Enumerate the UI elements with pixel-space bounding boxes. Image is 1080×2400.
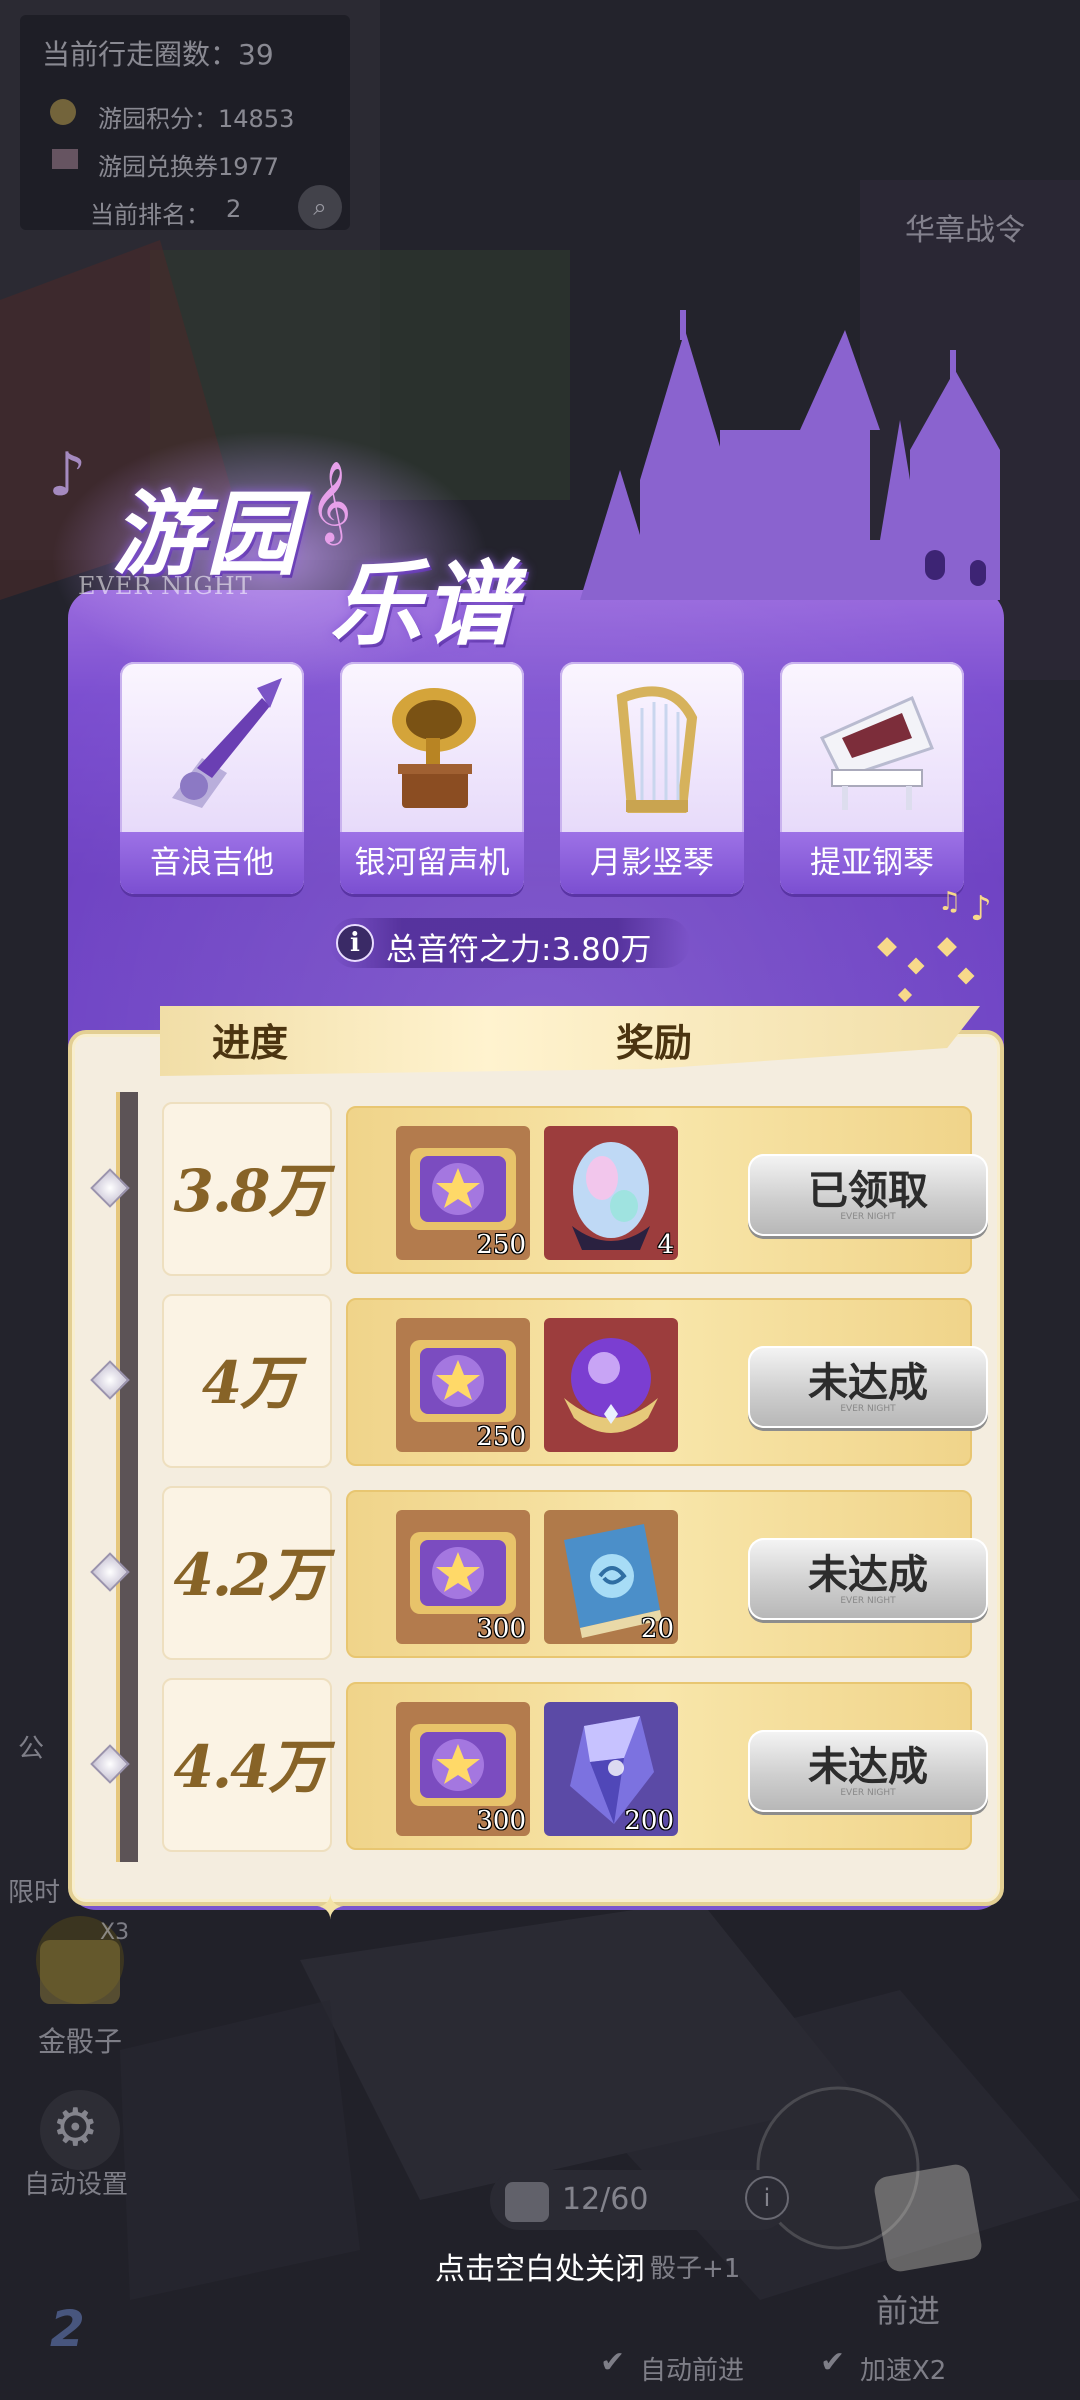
info-icon[interactable]: i: [336, 924, 374, 962]
instrument-label: 银河留声机: [340, 832, 524, 894]
threshold-value: 4.2万: [173, 1541, 327, 1609]
title-line-2: 乐谱: [330, 550, 519, 658]
reward-count: 300: [476, 1806, 526, 1836]
progress-header: 进度: [212, 1020, 289, 1065]
speed-toggle[interactable]: 加速X2: [860, 2350, 946, 2387]
threshold-value: 3.8万: [173, 1157, 327, 1225]
threshold-value: 4万: [201, 1349, 298, 1417]
harp-icon: [616, 686, 698, 813]
gramophone-icon: [392, 688, 476, 808]
reward-count: 20: [640, 1614, 674, 1644]
purple-orb-icon: [564, 1338, 658, 1433]
rank-value: 2: [226, 195, 242, 223]
button-sub: EVER NIGHT: [840, 1404, 896, 1414]
progress-track: [116, 1092, 138, 1862]
reward-cell: 250 4 已领取 EVER NIGHT: [346, 1106, 988, 1274]
piano-icon: [819, 695, 934, 810]
check-icon: ✔: [820, 2345, 846, 2380]
threshold-cell: 3.8万: [162, 1102, 332, 1276]
reward-header: 奖励: [616, 1020, 693, 1065]
game-hud-stats: 当前行走圈数：39 游园积分：14853 游园兑换券1977 当前排名： 2 ⌕: [20, 15, 350, 230]
button-sub: EVER NIGHT: [840, 1212, 896, 1222]
instrument-card-harp[interactable]: 月影竖琴: [560, 662, 744, 894]
left-side-label-1[interactable]: 公: [18, 1728, 44, 1765]
notes-decoration-icon: ♪♫: [877, 887, 992, 1003]
sparkle-icon: ✦: [316, 1888, 345, 1928]
reward-item[interactable]: 250: [396, 1318, 530, 1452]
ticket-icon: [52, 149, 78, 169]
button-sub: EVER NIGHT: [840, 1596, 896, 1606]
reward-count: 250: [476, 1230, 526, 1260]
gold-dice-icon: [40, 1940, 120, 2004]
reward-item[interactable]: 4: [544, 1126, 678, 1260]
reward-cell: 300 200 未达成 EVER NIGHT: [346, 1682, 988, 1850]
threshold-value: 4.4万: [173, 1733, 327, 1801]
dice-count: 12/60: [562, 2182, 649, 2217]
threshold-cell: 4万: [162, 1294, 332, 1468]
claimed-button[interactable]: 已领取 EVER NIGHT: [748, 1154, 988, 1236]
reward-item[interactable]: 200: [544, 1702, 678, 1836]
logo-icon: 2: [50, 2300, 85, 2358]
music-note-icon: ♪: [48, 440, 87, 510]
battle-pass-icon: [912, 210, 1022, 300]
reward-item[interactable]: 20: [544, 1510, 678, 1644]
auto-go-toggle[interactable]: 自动前进: [640, 2350, 744, 2387]
logo-subtitle: EVER NIGHT: [78, 572, 253, 600]
reward-count: 200: [624, 1806, 674, 1836]
reward-row: 3.8万 250 4 已领取 EVER NIGHT: [90, 1102, 988, 1276]
not-reached-button[interactable]: 未达成 EVER NIGHT: [748, 1538, 988, 1620]
coin-icon: [50, 99, 76, 125]
coupons-text: 游园兑换券1977: [98, 153, 280, 181]
instrument-card-piano[interactable]: 提亚钢琴: [780, 662, 964, 894]
not-reached-button[interactable]: 未达成 EVER NIGHT: [748, 1346, 988, 1428]
go-button[interactable]: 前进: [876, 2286, 940, 2332]
guitar-icon: [172, 678, 282, 808]
svg-text:♪: ♪: [970, 889, 992, 929]
reward-count: 4: [657, 1230, 674, 1260]
points-text: 游园积分：14853: [98, 105, 295, 133]
info-icon[interactable]: i: [745, 2176, 789, 2220]
castle-silhouette-icon: [580, 310, 1000, 600]
treble-clef-icon: 𝄞: [310, 460, 352, 542]
reward-item[interactable]: [544, 1318, 678, 1452]
close-hint[interactable]: 点击空白处关闭: [0, 2244, 1080, 2288]
reward-item[interactable]: 250: [396, 1126, 530, 1260]
total-power-text: 总音符之力:3.80万: [386, 932, 652, 968]
gold-dice-button[interactable]: 金骰子: [38, 2020, 122, 2060]
threshold-cell: 4.2万: [162, 1486, 332, 1660]
not-reached-button[interactable]: 未达成 EVER NIGHT: [748, 1730, 988, 1812]
gear-icon: ⚙: [52, 2098, 99, 2158]
rank-label: 当前排名：: [90, 201, 210, 229]
auto-settings-button[interactable]: 自动设置: [24, 2164, 128, 2201]
button-sub: EVER NIGHT: [840, 1788, 896, 1798]
instrument-card-gramophone[interactable]: 银河留声机: [340, 662, 524, 894]
laps-text: 当前行走圈数：39: [42, 38, 274, 71]
reward-count: 250: [476, 1422, 526, 1452]
reward-row: 4.4万 300 200 未达成 EVER NIGHT: [90, 1678, 988, 1852]
reward-item[interactable]: 300: [396, 1702, 530, 1836]
reward-row: 4.2万 300 20 未达成 EVER NIGHT: [90, 1486, 988, 1660]
instrument-label: 音浪吉他: [120, 832, 304, 894]
threshold-cell: 4.4万: [162, 1678, 332, 1852]
instrument-label: 月影竖琴: [560, 832, 744, 894]
reward-count: 300: [476, 1614, 526, 1644]
search-icon[interactable]: ⌕: [298, 185, 342, 229]
total-power-banner: i 总音符之力:3.80万: [330, 918, 690, 968]
instrument-card-guitar[interactable]: 音浪吉他: [120, 662, 304, 894]
reward-cell: 300 20 未达成 EVER NIGHT: [346, 1490, 988, 1658]
check-icon: ✔: [600, 2345, 626, 2380]
reward-cell: 250 未达成 EVER NIGHT: [346, 1298, 988, 1466]
reward-row: 4万 250 未达成 EVER NIGHT: [90, 1294, 988, 1468]
svg-text:♫: ♫: [938, 887, 961, 917]
dice-small-icon: [505, 2182, 549, 2222]
reward-item[interactable]: 300: [396, 1510, 530, 1644]
left-side-label-2[interactable]: 限时: [8, 1872, 60, 1909]
